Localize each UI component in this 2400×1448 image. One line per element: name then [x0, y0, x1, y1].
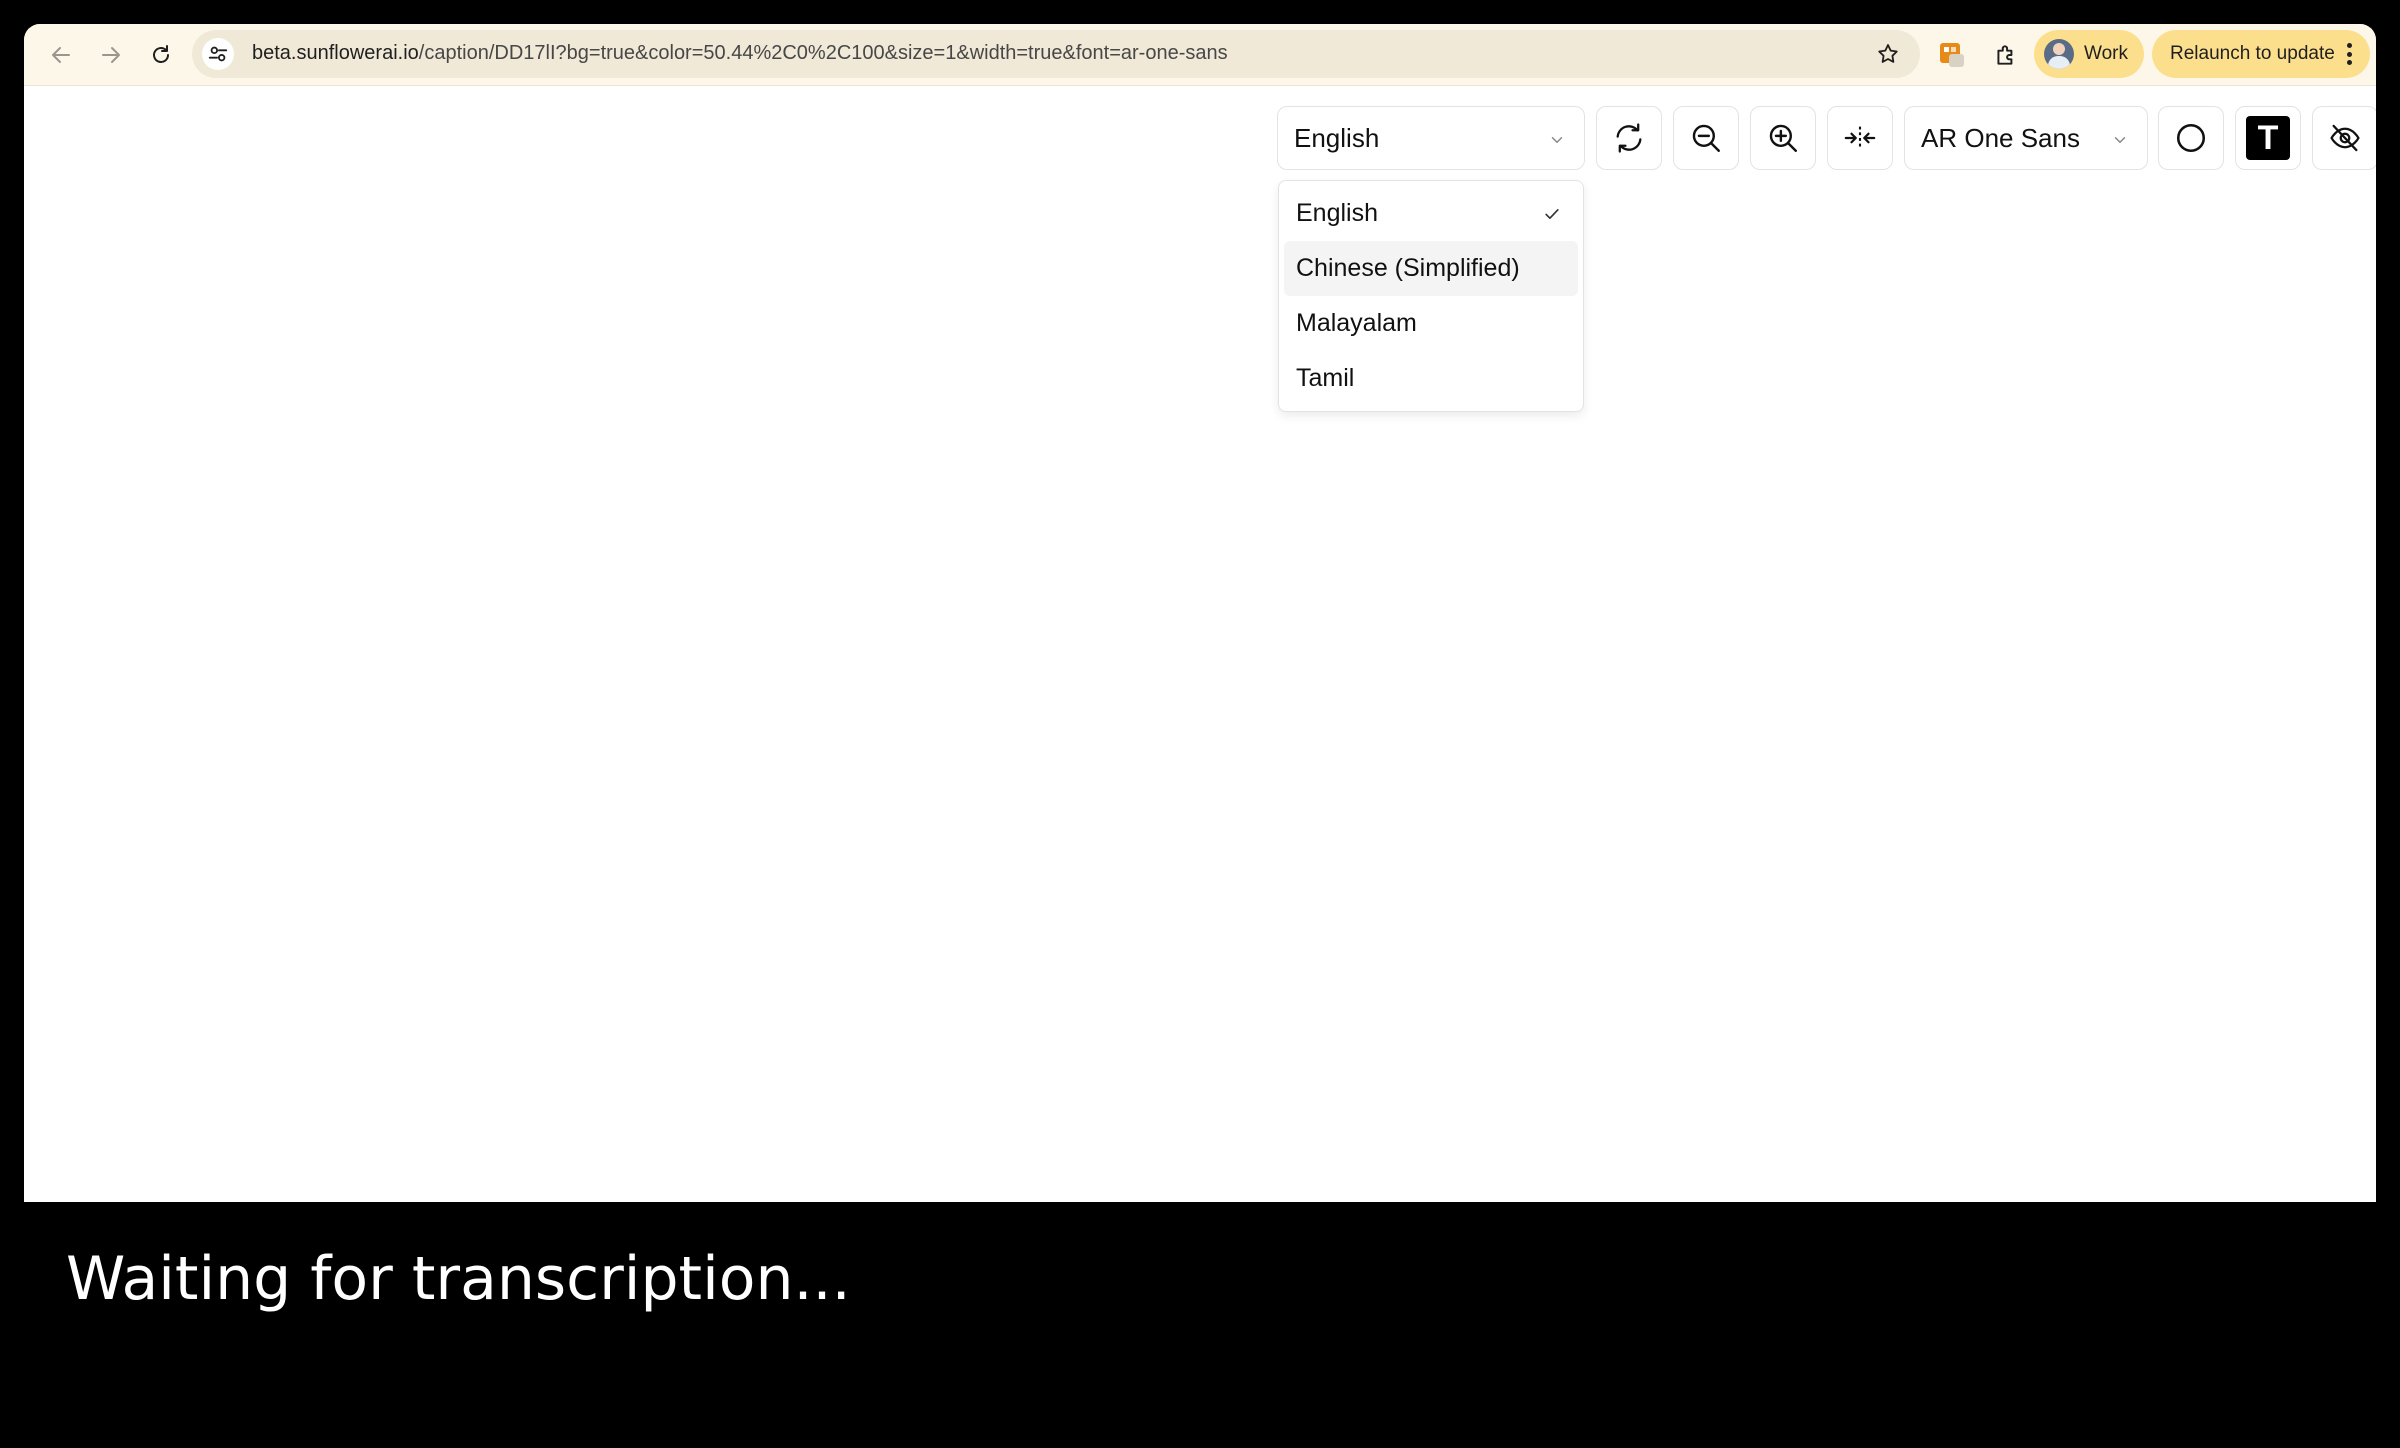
language-option-chinese-simplified[interactable]: Chinese (Simplified)	[1284, 241, 1578, 296]
url-host: beta.sunflowerai.io	[252, 42, 419, 64]
hide-controls-button[interactable]	[2312, 106, 2376, 170]
width-icon	[1844, 126, 1876, 150]
zoom-in-button[interactable]	[1750, 106, 1816, 170]
more-menu-icon[interactable]	[2347, 43, 2353, 65]
profile-label: Work	[2084, 43, 2128, 64]
language-option-label: Chinese (Simplified)	[1296, 254, 1520, 282]
language-option-label: Malayalam	[1296, 309, 1417, 337]
caption-area: Waiting for transcription...	[24, 1202, 2376, 1404]
refresh-icon	[1616, 123, 1642, 153]
avatar	[2044, 39, 2074, 69]
font-select[interactable]: AR One Sans	[1904, 106, 2148, 170]
chevron-down-icon	[1551, 137, 1563, 143]
url-path: /caption/DD17lI?bg=true&color=50.44%2C0%…	[418, 42, 1228, 64]
eye-off-icon	[2330, 124, 2360, 152]
chevron-down-icon	[2114, 137, 2126, 143]
relaunch-label: Relaunch to update	[2170, 43, 2335, 64]
circle-icon	[2176, 123, 2206, 153]
browser-window: beta.sunflowerai.io/caption/DD17lI?bg=tr…	[24, 24, 2376, 1404]
extension-app-icon[interactable]	[1936, 39, 1968, 71]
browser-toolbar: beta.sunflowerai.io/caption/DD17lI?bg=tr…	[24, 24, 2376, 86]
back-arrow-icon	[52, 47, 70, 63]
zoom-out-icon	[1692, 124, 1720, 152]
profile-button[interactable]: Work	[2034, 30, 2144, 78]
url-text[interactable]: beta.sunflowerai.io/caption/DD17lI?bg=tr…	[252, 42, 1228, 65]
site-info-icon[interactable]	[202, 38, 234, 70]
font-select-value: AR One Sans	[1921, 122, 2080, 153]
back-button[interactable]	[44, 38, 78, 72]
bookmark-star-icon[interactable]	[1876, 42, 1900, 66]
forward-arrow-icon	[102, 47, 120, 63]
extensions-puzzle-icon[interactable]	[1990, 39, 2022, 71]
language-option-tamil[interactable]: Tamil	[1284, 351, 1578, 406]
reload-button[interactable]	[144, 38, 178, 72]
color-button[interactable]	[2158, 106, 2224, 170]
forward-button[interactable]	[94, 38, 128, 72]
text-icon: T	[2246, 116, 2290, 160]
reload-icon	[153, 45, 169, 63]
language-option-malayalam[interactable]: Malayalam	[1284, 296, 1578, 351]
text-background-button[interactable]: T	[2235, 106, 2301, 170]
zoom-in-icon	[1769, 124, 1797, 152]
address-bar[interactable]: beta.sunflowerai.io/caption/DD17lI?bg=tr…	[192, 30, 1920, 78]
language-option-english[interactable]: English	[1284, 186, 1578, 241]
caption-text: Waiting for transcription...	[66, 1244, 851, 1314]
language-dropdown: English Chinese (Simplified) Malayalam T…	[1278, 180, 1584, 412]
width-toggle-button[interactable]	[1827, 106, 1893, 170]
refresh-button[interactable]	[1596, 106, 1662, 170]
language-select-value: English	[1294, 122, 1380, 153]
language-select[interactable]: English	[1277, 106, 1585, 170]
check-icon	[1545, 209, 1559, 219]
relaunch-button[interactable]: Relaunch to update	[2152, 30, 2370, 78]
zoom-out-button[interactable]	[1673, 106, 1739, 170]
language-option-label: English	[1296, 199, 1378, 227]
language-option-label: Tamil	[1296, 364, 1355, 392]
